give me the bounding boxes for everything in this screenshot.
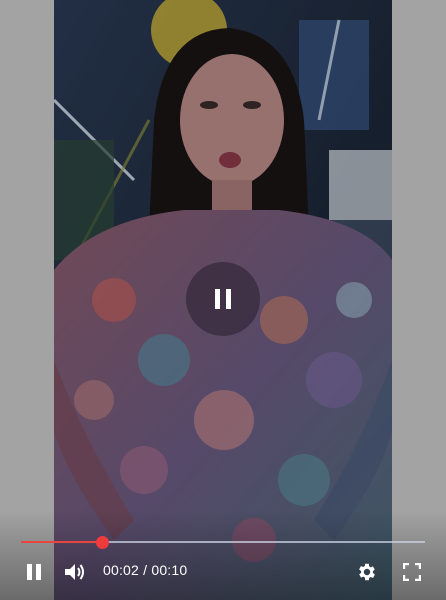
pause-icon [27,564,41,580]
volume-button[interactable] [62,560,88,584]
current-time: 00:02 [103,562,140,578]
volume-icon [65,564,84,580]
time-display: 00:02 / 00:10 [103,562,187,578]
settings-button[interactable] [355,560,379,584]
fullscreen-icon [403,563,421,581]
duration: 00:10 [151,562,188,578]
pause-icon [215,289,231,309]
video-player[interactable]: 00:02 / 00:10 [0,0,446,600]
fullscreen-button[interactable] [400,560,424,584]
progress-bar[interactable] [21,536,425,549]
time-separator: / [139,562,152,578]
play-pause-button[interactable] [22,560,46,584]
progress-thumb[interactable] [95,536,109,549]
center-pause-button[interactable] [186,262,260,336]
gear-icon [359,563,375,581]
progress-fill [21,541,102,543]
